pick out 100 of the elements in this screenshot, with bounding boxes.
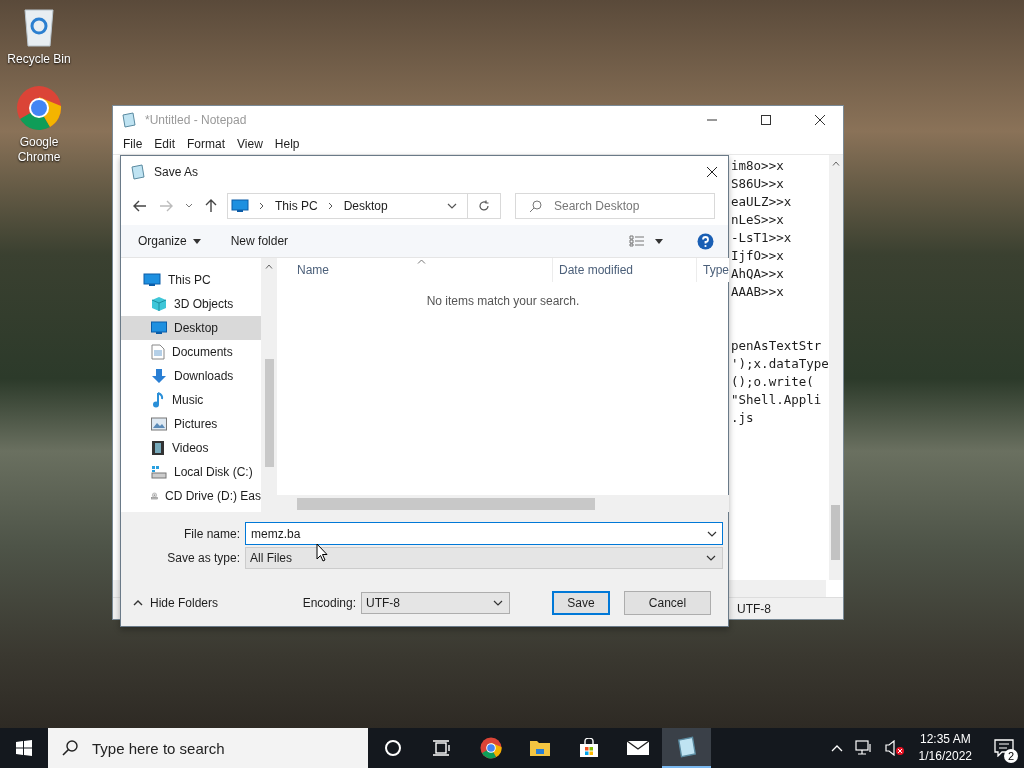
code-text: IjfO>>x [731,248,784,263]
download-arrow-icon [151,368,167,384]
save-as-type-dropdown[interactable]: All Files [245,546,723,569]
view-options-icon[interactable] [629,235,645,247]
code-text: "Shell.Appli [731,392,822,407]
taskbar-search-field[interactable]: Type here to search [48,728,368,768]
new-folder-button[interactable]: New folder [230,234,289,248]
nav-item[interactable]: Pictures [121,412,261,436]
picture-icon [151,417,167,431]
recycle-bin-icon[interactable] [21,6,57,48]
window-title: *Untitled - Notepad [145,113,247,127]
menu-item[interactable]: View [231,137,269,151]
nav-item[interactable]: Downloads [121,364,261,388]
vertical-scrollbar[interactable] [828,155,843,580]
scrollbar-thumb[interactable] [264,359,274,467]
caret-icon[interactable] [655,238,663,244]
nav-item[interactable]: Music [121,388,261,412]
code-text: -LsT1>>x [731,230,792,245]
scrollbar-thumb[interactable] [831,505,841,560]
envelope-icon [625,740,650,756]
menu-item[interactable]: Format [181,137,232,151]
chrome-icon [479,737,502,759]
search-icon [529,200,542,213]
empty-message: No items match your search. [425,294,581,308]
clock-time[interactable]: 12:35 AM [919,731,971,748]
cube-icon [151,296,167,312]
code-text: .js [731,410,754,425]
back-arrow-icon[interactable] [133,200,147,212]
code-text: AAAB>>x [731,284,784,299]
nav-item[interactable]: Desktop [121,316,261,340]
search-icon [62,740,78,756]
drive-icon [151,465,167,479]
menu-item[interactable]: Help [268,137,306,151]
help-icon[interactable] [697,232,714,250]
chevron-down-icon [493,600,503,606]
computer-icon [143,273,161,287]
scrollbar-thumb[interactable] [297,497,595,510]
up-arrow-icon[interactable] [205,199,217,213]
breadcrumb-item[interactable]: Desktop [343,199,388,213]
chevron-up-icon[interactable] [830,744,843,752]
desktop-icon-label[interactable]: Google Chrome [4,135,74,165]
nav-item[interactable]: 3D Objects [121,292,261,316]
encoding-status: UTF-8 [737,601,771,616]
sort-chevron-icon [417,259,426,264]
code-text: penAsTextStr [731,338,822,353]
maximize-icon[interactable] [760,114,772,126]
notification-count-badge: 2 [1004,749,1018,763]
windows-logo-icon [16,740,32,756]
code-text: im8o>>x [731,158,784,173]
organize-button[interactable]: Organize [138,234,201,248]
shopping-bag-icon [578,738,599,758]
folder-icon [528,739,551,757]
scroll-up-icon[interactable] [265,264,273,269]
chevron-down-icon[interactable] [447,203,457,209]
nav-item[interactable]: Local Disk (C:) [121,460,261,484]
vertical-scrollbar[interactable] [261,258,277,512]
monitor-icon [151,321,167,335]
nav-item[interactable]: Videos [121,436,261,460]
notepad-icon [675,736,698,758]
music-note-icon [151,392,165,408]
clock-date[interactable]: 1/16/2022 [918,748,972,765]
monitor-icon [231,199,249,213]
horizontal-scrollbar[interactable] [277,495,729,512]
caret-icon [192,238,201,244]
chevron-right-icon [259,202,265,210]
menu-item[interactable]: File [117,137,149,151]
column-header[interactable]: Name [277,258,553,282]
task-view-icon [431,740,452,756]
hide-folders-button[interactable]: Hide Folders [133,596,219,610]
close-icon[interactable] [814,114,826,126]
save-button[interactable]: Save [552,591,610,615]
code-text: S86U>>x [731,176,784,191]
cancel-button[interactable]: Cancel [624,591,711,615]
chevron-down-icon [706,554,716,561]
nav-item[interactable]: This PC [121,268,261,292]
refresh-icon [478,200,490,212]
taskbar-app-button[interactable] [662,728,711,768]
breadcrumb-item[interactable]: This PC [275,199,318,213]
network-icon[interactable] [854,740,873,756]
chrome-icon[interactable] [16,85,62,131]
encoding-dropdown[interactable]: UTF-8 [361,592,510,614]
address-bar[interactable]: This PC Desktop [227,193,501,219]
dialog-title: Save As [154,164,199,179]
desktop-icon-label[interactable]: Recycle Bin [4,52,74,67]
chevron-right-icon [327,202,334,210]
nav-item[interactable]: CD Drive (D:) Eas [121,484,261,508]
file-name-label: File name: [182,526,240,541]
file-name-field[interactable]: memz.ba [245,522,723,545]
menu-item[interactable]: Edit [148,137,182,151]
chevron-up-icon [133,600,143,606]
code-text: eaULZ>>x [731,194,792,209]
document-icon [151,344,165,360]
code-text: ');x.dataType [731,356,829,371]
close-icon[interactable] [706,165,718,178]
muted-speaker-icon[interactable] [884,740,905,756]
code-text: AhQA>>x [731,266,784,281]
scroll-up-icon[interactable] [831,161,840,166]
nav-item[interactable]: Documents [121,340,261,364]
search-field[interactable]: Search Desktop [515,193,715,219]
chevron-down-icon[interactable] [707,531,717,537]
